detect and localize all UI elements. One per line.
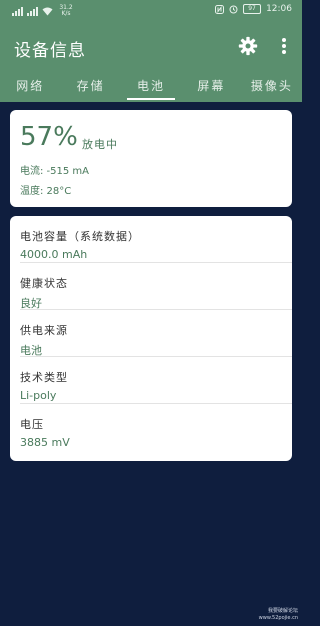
app-bar: 31.2 K/s 97 12:06 设备信息 网络 存储 电池 屏幕 摄像头 xyxy=(0,0,302,102)
watermark-line2: www.52pojie.cn xyxy=(258,615,298,621)
page-title: 设备信息 xyxy=(14,41,86,61)
detail-label: 供电来源 xyxy=(20,324,68,337)
detail-label: 技术类型 xyxy=(20,371,68,384)
nfc-icon xyxy=(215,4,225,14)
detail-value: 3885 mV xyxy=(20,436,70,449)
more-vert-icon[interactable] xyxy=(274,36,294,56)
tab-camera[interactable]: 摄像头 xyxy=(242,70,302,102)
detail-row-power-source: 供电来源 电池 xyxy=(10,310,292,357)
detail-label: 电压 xyxy=(20,418,44,431)
battery-details-card: 电池容量（系统数据） 4000.0 mAh 健康状态 良好 供电来源 电池 技术… xyxy=(10,216,292,461)
watermark-line1: 我要破解论坛 xyxy=(267,608,298,614)
clock: 12:06 xyxy=(266,4,292,14)
detail-row-health: 健康状态 良好 xyxy=(10,263,292,310)
detail-row-voltage: 电压 3885 mV xyxy=(10,404,292,451)
detail-row-capacity: 电池容量（系统数据） 4000.0 mAh xyxy=(10,216,292,263)
tab-storage[interactable]: 存储 xyxy=(60,70,120,102)
wifi-icon xyxy=(42,7,53,15)
battery-temperature: 温度: 28°C xyxy=(20,186,72,197)
detail-label: 健康状态 xyxy=(20,277,68,290)
signal-icon xyxy=(12,6,23,16)
gear-icon[interactable] xyxy=(238,36,258,56)
battery-indicator: 97 xyxy=(243,4,262,14)
status-left: 31.2 K/s xyxy=(12,5,75,17)
network-speed: 31.2 K/s xyxy=(59,4,73,17)
battery-percent: 57% xyxy=(20,122,78,152)
tab-network[interactable]: 网络 xyxy=(0,70,60,102)
tab-bar: 网络 存储 电池 屏幕 摄像头 xyxy=(0,70,302,102)
status-bar: 31.2 K/s 97 12:06 xyxy=(0,0,302,22)
detail-row-technology: 技术类型 Li-poly xyxy=(10,357,292,404)
status-right: 97 12:06 xyxy=(215,4,292,14)
tab-battery[interactable]: 电池 xyxy=(121,70,181,102)
detail-value: 4000.0 mAh xyxy=(20,248,88,261)
watermark: 我要破解论坛 www.52pojie.cn xyxy=(259,608,298,622)
detail-value: Li-poly xyxy=(20,389,57,402)
charge-status: 放电中 xyxy=(82,138,118,151)
tab-screen[interactable]: 屏幕 xyxy=(181,70,241,102)
battery-summary-card: 57% 放电中 电流: -515 mA 温度: 28°C xyxy=(10,110,292,207)
battery-current: 电流: -515 mA xyxy=(20,166,90,177)
detail-label: 电池容量（系统数据） xyxy=(20,230,140,243)
signal-icon-2 xyxy=(27,6,38,16)
alarm-icon xyxy=(229,5,238,13)
